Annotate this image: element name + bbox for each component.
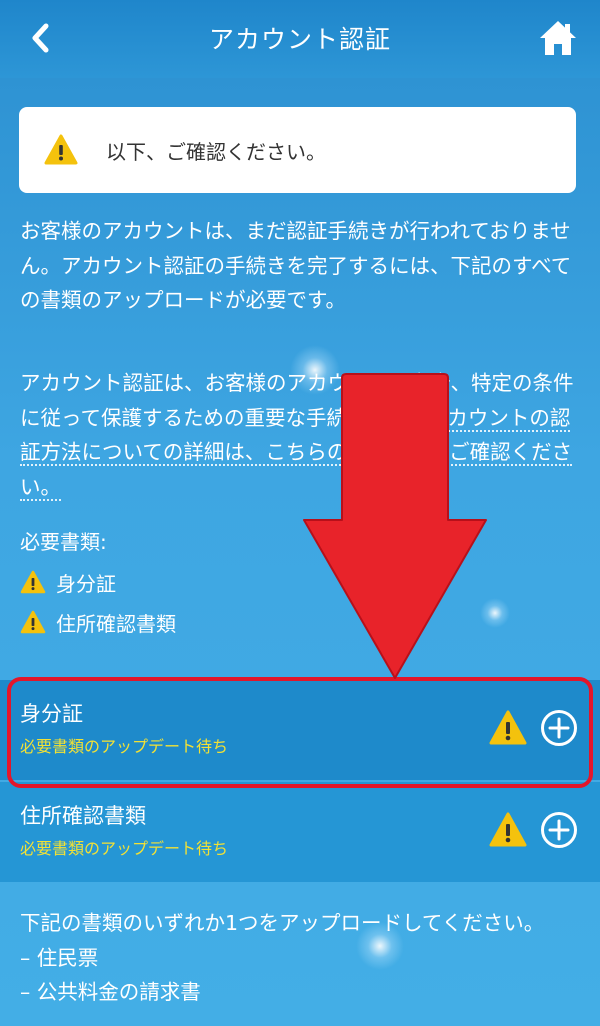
document-status: 必要書類のアップデート待ち xyxy=(20,839,229,858)
required-documents-heading: 必要書類: xyxy=(20,530,107,554)
security-paragraph: アカウント認証は、お客様のアカウントの安全、特定の条件に従って保護するための重要… xyxy=(20,366,580,504)
document-row-id[interactable]: 身分証 必要書類のアップデート待ち xyxy=(0,680,600,780)
upload-option: – 公共料金の請求書 xyxy=(20,980,201,1004)
home-icon xyxy=(540,21,576,55)
warning-icon xyxy=(44,134,78,165)
upload-instructions-lead: 下記の書類のいずれか1つをアップロードしてください。 xyxy=(20,911,545,935)
background-glow xyxy=(480,598,510,628)
add-circle-icon[interactable] xyxy=(540,811,578,849)
page-title: アカウント認証 xyxy=(208,25,391,54)
intro-paragraph: お客様のアカウントは、まだ認証手続きが行われておりません。アカウント認証の手続き… xyxy=(20,219,572,312)
document-title: 身分証 xyxy=(20,702,83,726)
required-item: 住所確認書類 xyxy=(20,606,176,638)
required-item: 身分証 xyxy=(20,566,116,598)
required-item-label: 住所確認書類 xyxy=(56,611,176,636)
add-circle-icon[interactable] xyxy=(540,709,578,747)
warning-icon xyxy=(20,570,46,594)
upload-option: – 住民票 xyxy=(20,945,99,970)
document-title: 住所確認書類 xyxy=(20,804,146,828)
document-row-address[interactable]: 住所確認書類 必要書類のアップデート待ち xyxy=(0,782,600,882)
warning-icon xyxy=(489,812,527,847)
home-button[interactable] xyxy=(538,18,578,58)
notice-box: 以下、ご確認ください。 xyxy=(19,107,576,193)
required-item-label: 身分証 xyxy=(56,571,116,596)
top-bar: アカウント認証 xyxy=(0,0,600,78)
warning-icon xyxy=(489,710,527,745)
upload-instructions: 下記の書類のいずれか1つをアップロードしてください。 – 住民票 – 公共料金の… xyxy=(20,906,590,1010)
document-status: 必要書類のアップデート待ち xyxy=(20,737,229,756)
warning-icon xyxy=(20,610,46,634)
notice-text: 以下、ご確認ください。 xyxy=(106,139,326,164)
